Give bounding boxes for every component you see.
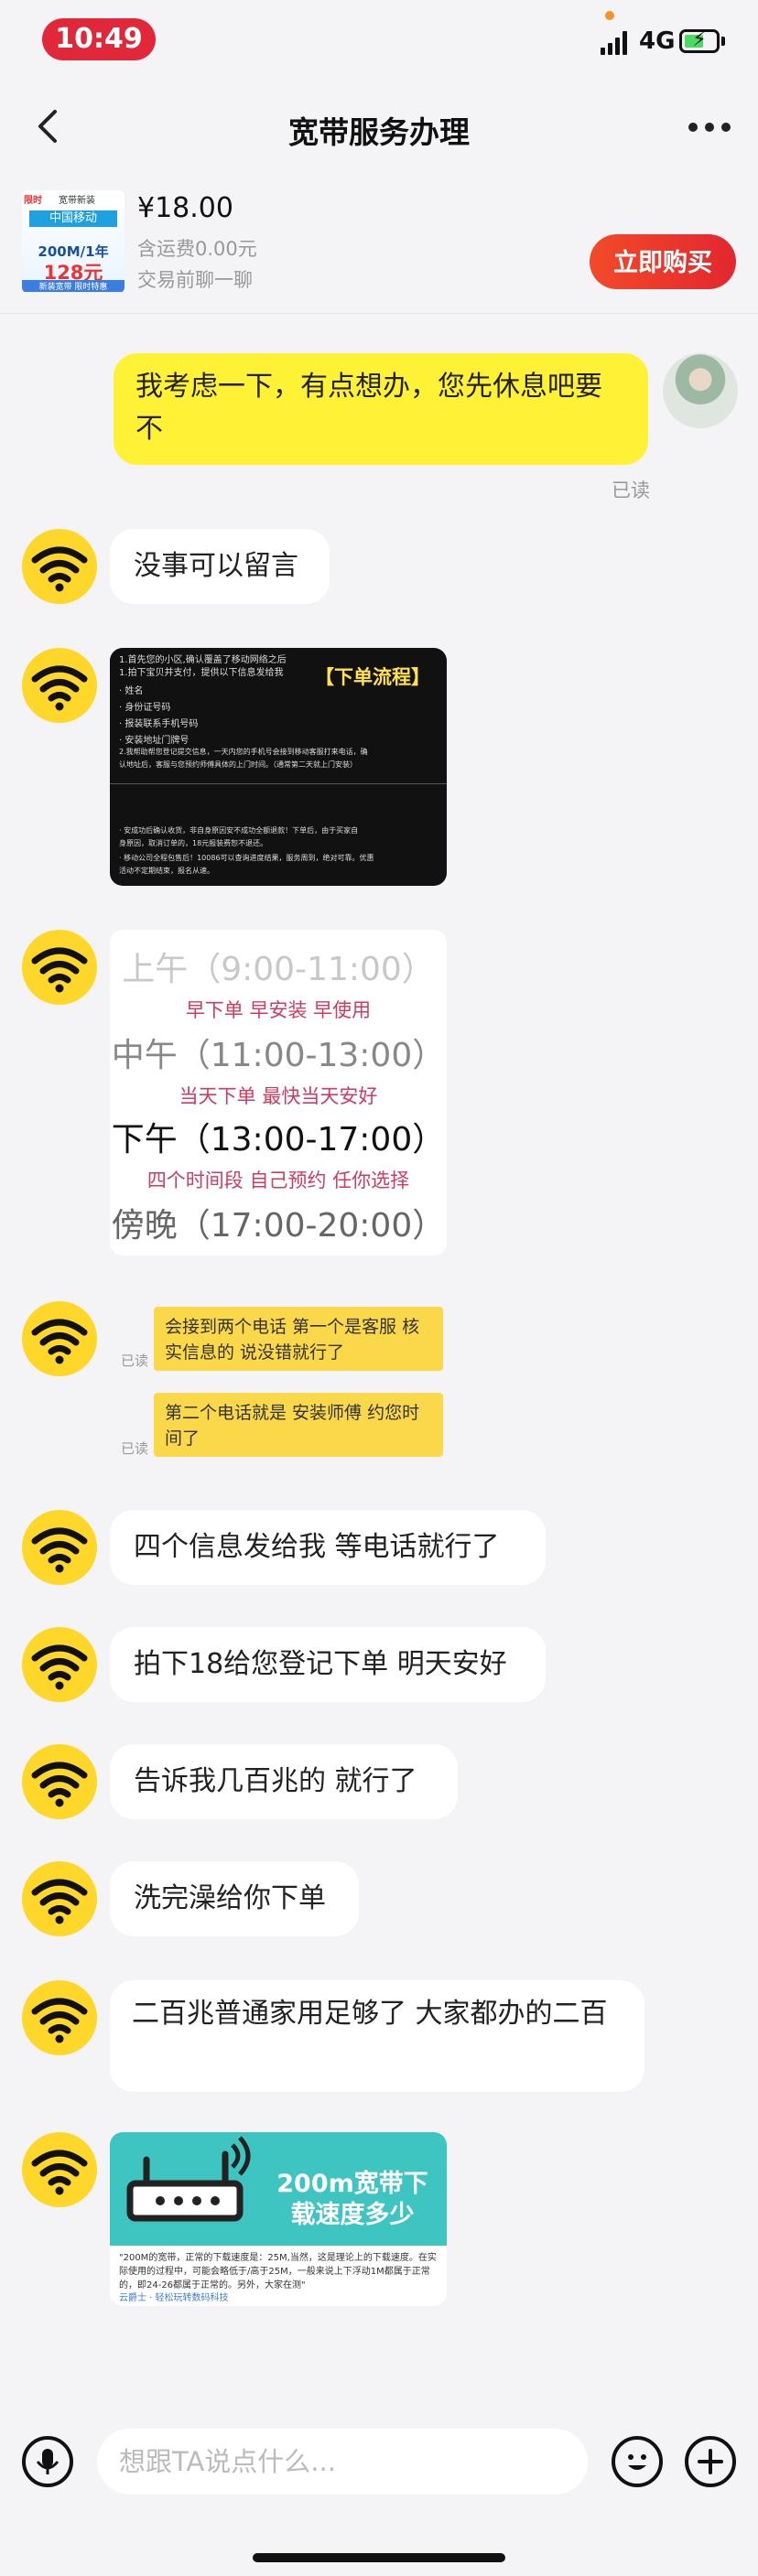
flow-line: 2.我帮助帮您登记提交信息，一天内您的手机号会接到移动客服打来电话，确 (119, 748, 368, 756)
voice-icon[interactable] (22, 2436, 73, 2487)
router-source: 云爵士 · 轻松玩转数码科技 (119, 2293, 229, 2303)
wifi-icon (31, 1998, 88, 2043)
seller-avatar[interactable] (22, 2132, 97, 2207)
wifi-icon (31, 665, 88, 711)
slot-note: 早下单 早安装 早使用 (185, 999, 372, 1021)
thumb-brand: 中国移动 (29, 210, 117, 227)
seller-avatar[interactable] (22, 1301, 97, 1376)
flow-line: · 报装联系手机号码 (119, 719, 199, 729)
nested-bubble: 第二个电话就是 安装师傅 约您时间了 (154, 1393, 443, 1457)
flow-line: 身原因，取消订单的，18元报装费恕不退还。 (119, 839, 268, 847)
home-indicator[interactable] (253, 2553, 505, 2562)
my-message-bubble[interactable]: 我考虑一下，有点想办，您先休息吧要不 (114, 353, 648, 465)
battery-tip (721, 37, 725, 46)
emoji-icon[interactable] (612, 2436, 663, 2487)
wifi-icon (31, 1319, 88, 1364)
more-icon[interactable] (688, 123, 731, 132)
router-icon (126, 2136, 251, 2222)
wifi-icon (31, 546, 88, 592)
plus-icon[interactable] (685, 2436, 736, 2487)
flow-line: 1.首先您的小区,确认覆盖了移动网络之后 (119, 655, 287, 665)
router-title: 200m宽带下载速度多少 (276, 2170, 428, 2229)
page-title: 宽带服务办理 (288, 114, 470, 150)
slot-evening: 傍晚（17:00-20:00） (111, 1207, 446, 1245)
shipping-fee: 含运费0.00元 (137, 238, 257, 260)
chat-screenshot-image[interactable]: 会接到两个电话 第一个是客服 核实信息的 说没错就行了 已读 第二个电话就是 安… (110, 1301, 447, 1462)
flow-line: 1.拍下宝贝并支付，提供以下信息发给我 (119, 668, 284, 678)
nav-bar: 宽带服务办理 (0, 77, 758, 176)
flow-line: · 姓名 (119, 686, 144, 696)
wifi-icon (31, 1527, 88, 1573)
nested-read-status: 已读 (121, 1440, 149, 1457)
buy-now-button[interactable]: 立即购买 (590, 234, 736, 289)
trade-note: 交易前聊一聊 (137, 269, 253, 291)
slot-note: 四个时间段 自己预约 任你选择 (146, 1169, 410, 1191)
wifi-icon (31, 2150, 88, 2195)
product-price: ¥18.00 (137, 192, 233, 224)
flow-divider (110, 783, 447, 784)
flow-line: · 身份证号码 (119, 703, 171, 713)
battery-icon: ⚡ (679, 28, 720, 53)
time-slots-image[interactable]: 上午（9:00-11:00） 早下单 早安装 早使用 中午（11:00-13:0… (110, 930, 447, 1256)
seller-message-bubble[interactable]: 告诉我几百兆的 就行了 (110, 1744, 458, 1819)
nested-bubble: 会接到两个电话 第一个是客服 核实信息的 说没错就行了 (154, 1307, 443, 1371)
product-card[interactable]: 限时 宽带新装 中国移动 200M/1年 128元 新装宽带 限时特惠 ¥18.… (0, 176, 758, 314)
slot-afternoon: 下午（13:00-17:00） (111, 1121, 446, 1159)
slot-noon: 中午（11:00-13:00） (111, 1037, 446, 1074)
flow-line: · 安成功后确认收货，非自身原因安不成功全额退款！下单后，由于买家自 (119, 826, 359, 835)
message-input[interactable] (97, 2429, 588, 2495)
seller-avatar[interactable] (22, 1861, 97, 1936)
seller-avatar[interactable] (22, 930, 97, 1005)
order-flow-image[interactable]: 【下单流程】 1.首先您的小区,确认覆盖了移动网络之后 1.拍下宝贝并支付，提供… (110, 648, 447, 886)
seller-message-bubble[interactable]: 二百兆普通家用足够了 大家都办的二百 (110, 1980, 644, 2092)
seller-avatar[interactable] (22, 529, 97, 604)
read-status: 已读 (612, 480, 650, 501)
input-bar (0, 2407, 758, 2517)
flow-line: 认地址后，客服与您预约师傅具体的上门时间。（通常第二天就上门安装） (119, 760, 357, 769)
status-bar: 10:49 4G ⚡ (0, 0, 758, 77)
router-description: "200M的宽带，正常的下载速度是：25M,当然，这是理论上的下载速度。在实际使… (119, 2253, 437, 2290)
seller-message-bubble[interactable]: 拍下18给您登记下单 明天安好 (110, 1627, 546, 1702)
seller-avatar[interactable] (22, 648, 97, 723)
wifi-icon (31, 947, 88, 993)
slot-note: 当天下单 最快当天安好 (179, 1085, 378, 1107)
status-time: 10:49 (42, 18, 156, 60)
privacy-dot-icon (605, 11, 614, 20)
wifi-icon (31, 1879, 88, 1924)
my-avatar[interactable] (663, 353, 738, 428)
flow-line: · 移动公司全程包售后！10086可以查询进度结果，服务周到，绝对可靠。优惠 (119, 854, 374, 862)
seller-message-bubble[interactable]: 没事可以留言 (110, 529, 330, 604)
seller-avatar[interactable] (22, 1510, 97, 1585)
nested-read-status: 已读 (121, 1353, 149, 1369)
router-article-image[interactable]: 200m宽带下载速度多少 "200M的宽带，正常的下载速度是：25M,当然，这是… (110, 2132, 447, 2306)
wifi-icon (31, 1644, 88, 1690)
signal-icon (601, 31, 630, 55)
product-thumbnail[interactable]: 限时 宽带新装 中国移动 200M/1年 128元 新装宽带 限时特惠 (22, 190, 125, 293)
seller-message-bubble[interactable]: 四个信息发给我 等电话就行了 (110, 1510, 546, 1585)
seller-avatar[interactable] (22, 1980, 97, 2055)
slot-morning: 上午（9:00-11:00） (122, 951, 435, 988)
seller-avatar[interactable] (22, 1627, 97, 1702)
flow-title: 【下单流程】 (315, 666, 430, 688)
flow-line: · 安装地址门牌号 (119, 736, 190, 746)
thumb-footer: 新装宽带 限时特惠 (22, 280, 125, 292)
network-label: 4G (639, 27, 676, 55)
thumb-tag-2: 宽带新装 (59, 196, 95, 206)
wifi-icon (31, 1762, 88, 1807)
flow-line: 活动不定期结束，报名从速。 (119, 867, 214, 875)
seller-avatar[interactable] (22, 1744, 97, 1819)
thumb-tag: 限时 (24, 196, 42, 206)
seller-message-bubble[interactable]: 洗完澡给你下单 (110, 1861, 359, 1936)
